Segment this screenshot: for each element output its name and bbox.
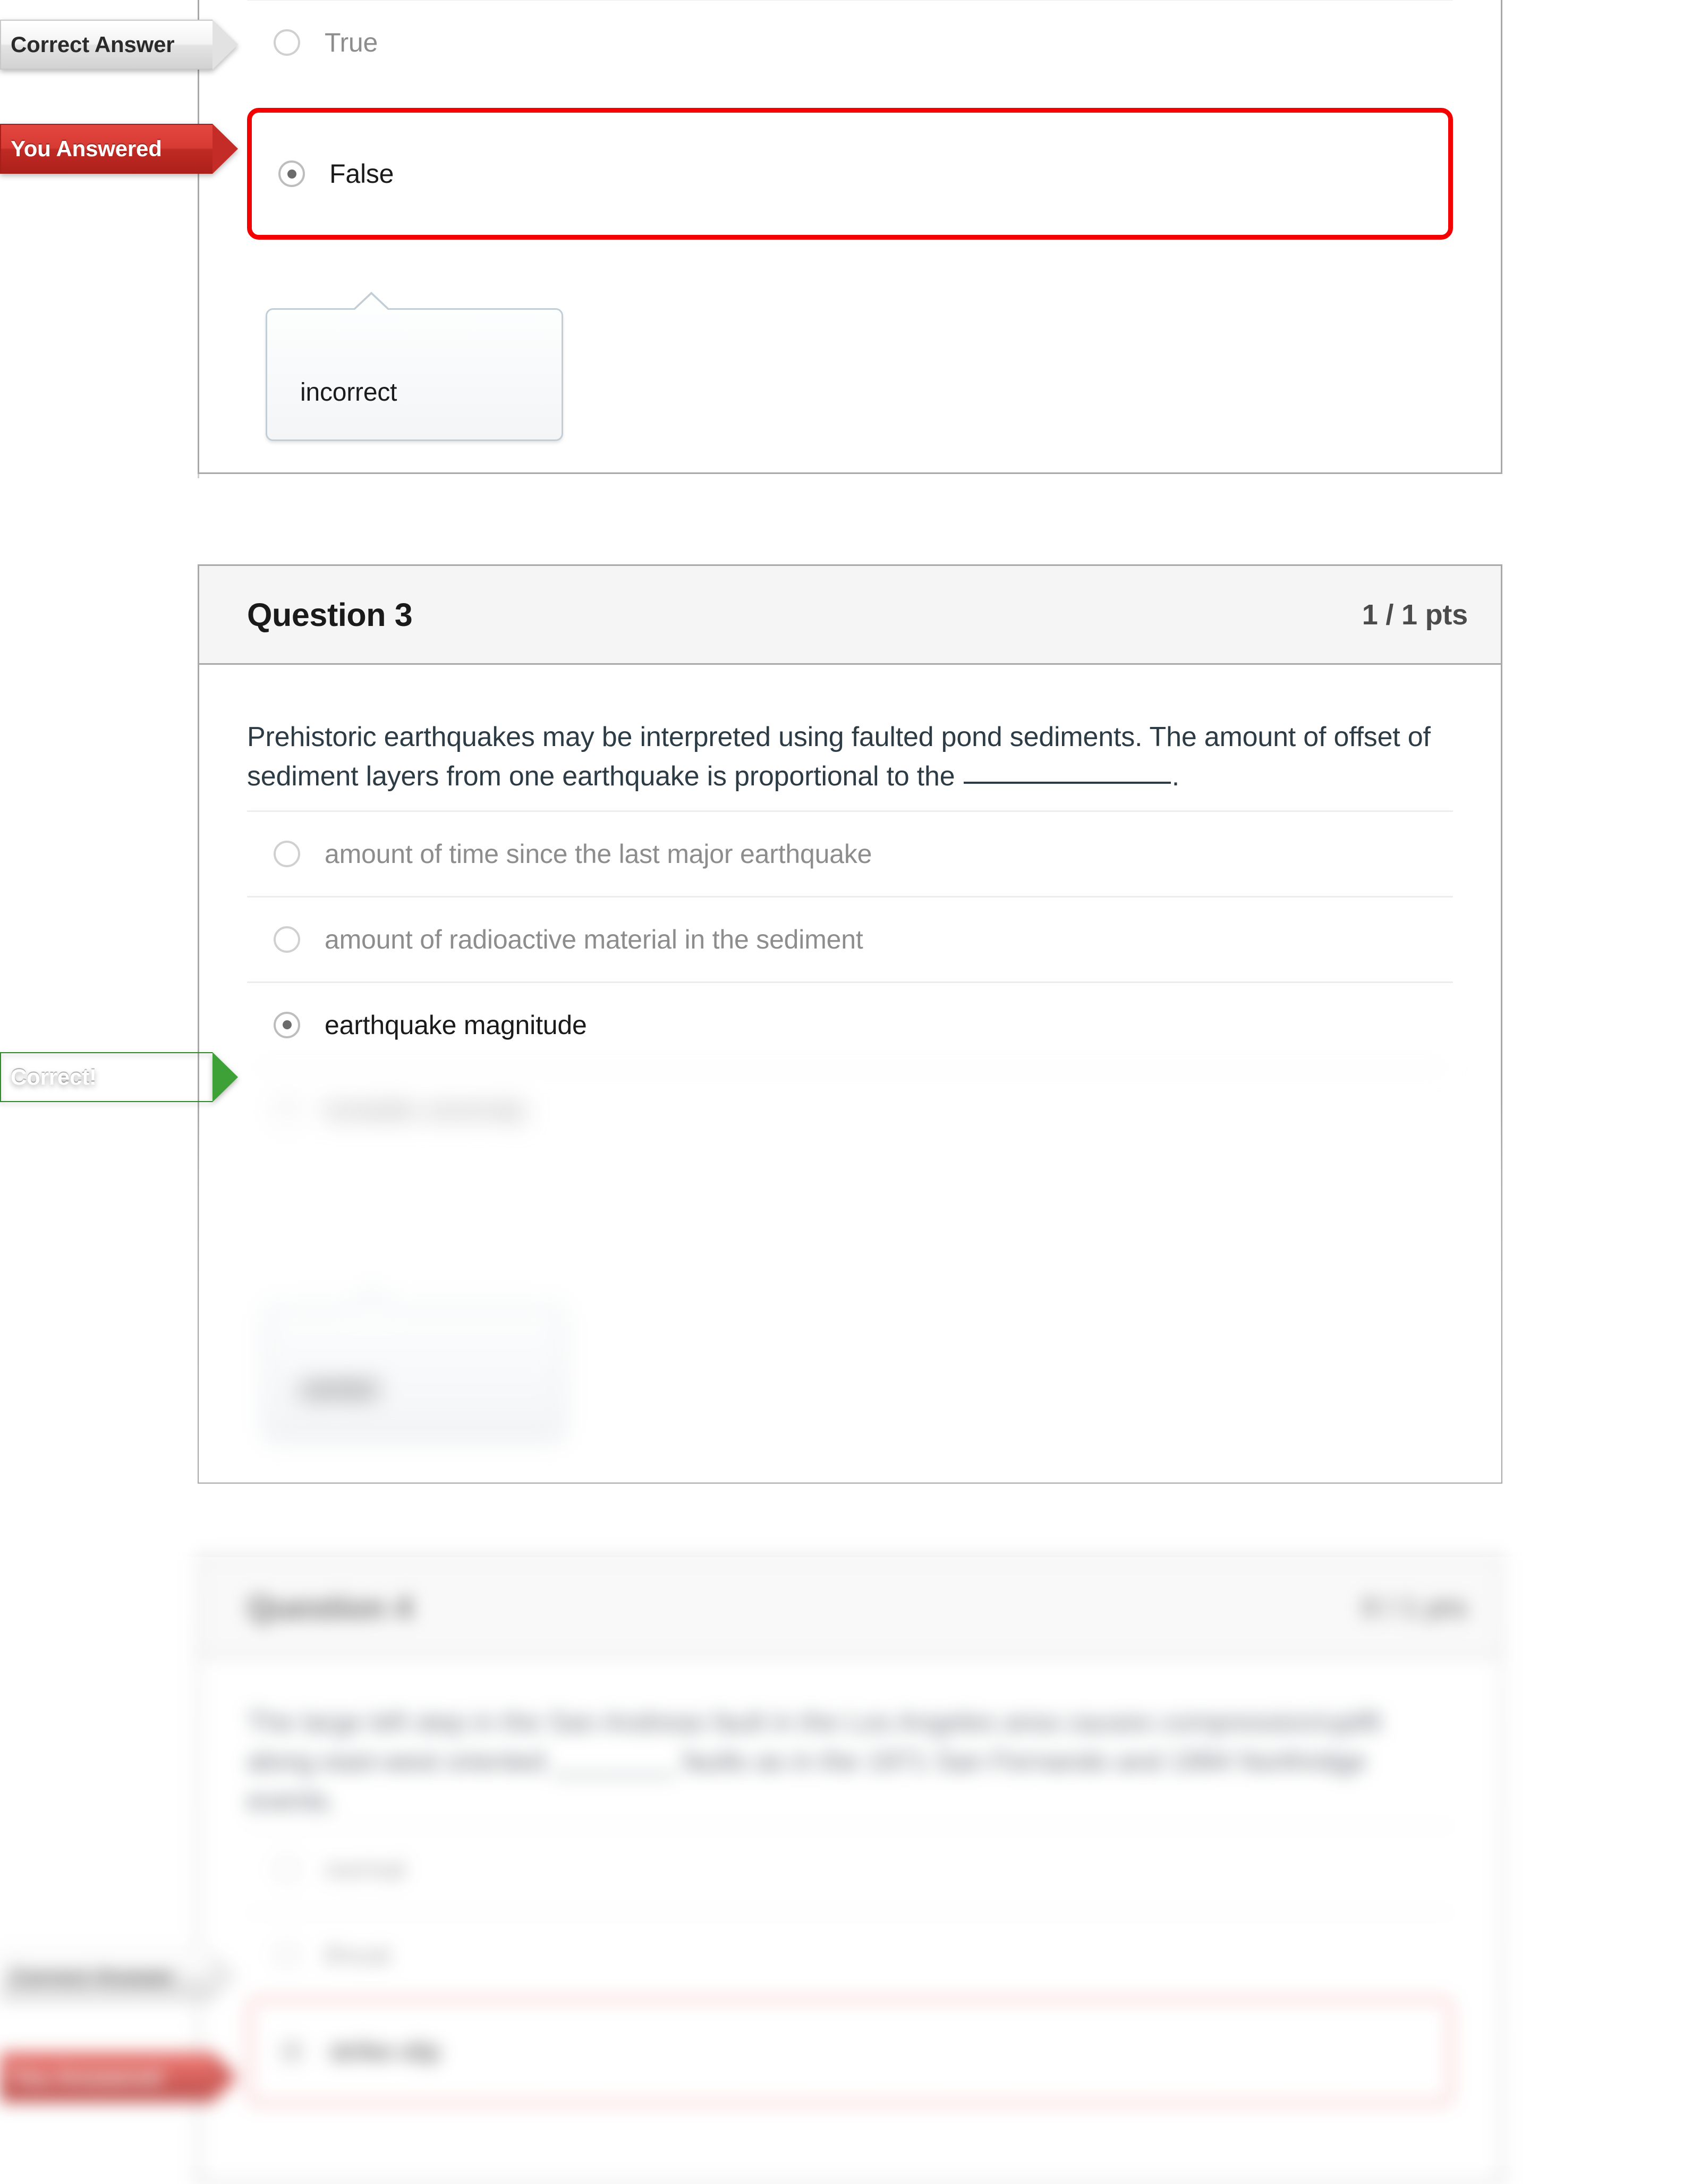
question-title: Question 4 (247, 1589, 413, 1626)
answer-list-q2: True False (199, 0, 1501, 240)
flag-correct-answer-q4: Correct Answer (0, 1951, 238, 2001)
answer-label: thrust (325, 1940, 390, 1970)
flag-arrow-icon (212, 1951, 238, 2001)
question-text-part1: Prehistoric earthquakes may be interpret… (247, 722, 1431, 792)
comment-text: incorrect (300, 378, 397, 407)
flag-arrow-icon (212, 124, 238, 174)
question-title: Question 3 (247, 596, 413, 633)
answer-row-false[interactable]: False (247, 108, 1453, 240)
radio-icon[interactable] (274, 1942, 300, 1969)
fill-in-blank (963, 781, 1171, 784)
radio-icon[interactable] (274, 926, 300, 953)
answer-label: True (325, 28, 378, 57)
radio-icon[interactable] (274, 840, 300, 867)
flag-arrow-icon (212, 20, 238, 70)
radio-icon-selected[interactable] (274, 1011, 300, 1038)
answer-row-q4-2[interactable]: thrust (247, 1911, 1453, 1997)
question-3-text: Prehistoric earthquakes may be interpret… (199, 665, 1501, 810)
answer-label: False (329, 159, 394, 189)
answer-label: isostatic anomaly (325, 1095, 527, 1125)
flag-label: Correct Answer (11, 32, 175, 57)
question-card-4: Question 4 0 / 1 pts The large left step… (198, 1557, 1502, 2184)
flag-label: Correct Answer (11, 1963, 175, 1988)
answer-label: amount of time since the last major eart… (325, 839, 872, 869)
flag-correct-q3: Correct! (0, 1052, 238, 1102)
instructor-comment-bubble-q2: incorrect (266, 292, 563, 441)
question-text-part2: . (1171, 760, 1179, 792)
flag-label: You Answered (11, 2064, 162, 2089)
answer-label: earthquake magnitude (325, 1010, 587, 1040)
flag-you-answered-q2: You Answered (0, 124, 238, 174)
question-4-header: Question 4 0 / 1 pts (199, 1559, 1501, 1657)
flag-you-answered-q4: You Answered (0, 2052, 238, 2102)
answer-list-q4: normal thrust strike-slip (199, 1826, 1501, 2106)
question-4-text: The large left step in the San Andreas f… (247, 1707, 1381, 1816)
answer-row-q4-3[interactable]: strike-slip (247, 1997, 1453, 2106)
radio-icon[interactable] (274, 29, 300, 56)
answer-label: strike-slip (329, 2036, 440, 2067)
flag-label: Correct! (11, 1064, 97, 1089)
bubble-pointer-inner-icon (354, 294, 388, 310)
flag-arrow-icon (212, 1052, 238, 1102)
radio-icon[interactable] (274, 1856, 300, 1883)
answer-label: amount of radioactive material in the se… (325, 924, 863, 954)
instructor-comment-bubble-q3: correct (266, 1288, 563, 1437)
answer-row-q3-3[interactable]: earthquake magnitude (247, 981, 1453, 1067)
answer-row-q3-1[interactable]: amount of time since the last major eart… (247, 810, 1453, 896)
answer-row-q4-1[interactable]: normal (247, 1826, 1453, 1911)
radio-icon-selected[interactable] (278, 2038, 305, 2065)
answer-row-true[interactable]: True (247, 0, 1453, 84)
answer-label: normal (325, 1855, 405, 1885)
radio-icon[interactable] (274, 1097, 300, 1124)
flag-label: You Answered (11, 136, 162, 161)
question-points: 0 / 1 pts (1362, 1591, 1468, 1623)
answer-row-q3-4[interactable]: isostatic anomaly (247, 1066, 1453, 1153)
flag-correct-answer-q2: Correct Answer (0, 20, 238, 70)
flag-arrow-icon (212, 2052, 238, 2102)
answer-row-q3-2[interactable]: amount of radioactive material in the se… (247, 895, 1453, 981)
question-3-header: Question 3 1 / 1 pts (199, 566, 1501, 665)
radio-icon-selected[interactable] (278, 160, 305, 187)
question-points: 1 / 1 pts (1362, 598, 1468, 631)
answer-list-q3: amount of time since the last major eart… (199, 810, 1501, 1153)
comment-text: correct (300, 1375, 378, 1403)
bubble-pointer-inner-icon (354, 1291, 388, 1307)
